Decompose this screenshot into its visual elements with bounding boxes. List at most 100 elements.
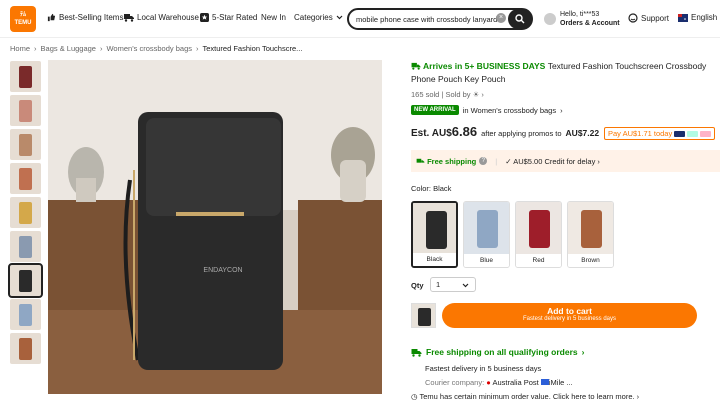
est-price: 6.86 — [451, 124, 478, 139]
search-button[interactable] — [508, 9, 532, 29]
add-to-cart-sub: Fastest delivery in 5 business days — [522, 316, 617, 322]
swatch-label: Blue — [464, 254, 509, 267]
clear-search-icon[interactable]: × — [496, 13, 506, 23]
support-label: Support — [641, 13, 670, 23]
au-flag-icon — [678, 13, 688, 22]
qty-select[interactable]: 1 — [430, 277, 476, 292]
free-shipping-label: Free shipping — [416, 157, 476, 166]
imile-courier: iMile ... — [540, 378, 573, 387]
account-menu[interactable]: Hello, ti***53 Orders & Account — [544, 10, 620, 28]
swatch-label: Red — [516, 254, 561, 267]
nav-best-selling[interactable]: Best-Selling Items — [47, 13, 123, 22]
add-to-cart-label: Add to cart — [547, 306, 592, 316]
chevron-down-icon — [462, 283, 469, 288]
temu-logo[interactable]: ﾃﾑ TEMU — [10, 6, 36, 32]
bag-brand-text: ENDAYCON — [203, 267, 242, 274]
avatar — [544, 13, 556, 25]
australia-post-courier: ● Australia Post — [486, 378, 539, 387]
nav-five-star[interactable]: 5-Star Rated — [200, 13, 257, 22]
sold-count: 165 sold — [411, 90, 440, 99]
courier-label: Courier company: — [425, 378, 485, 387]
thumbs-up-icon — [47, 13, 56, 22]
new-arrival-row: NEW ARRIVAL in Women's crossbody bags › — [411, 105, 563, 115]
nav-label: Local Warehouse — [137, 13, 199, 22]
add-to-cart-button[interactable]: Add to cart Fastest delivery in 5 busine… — [442, 303, 697, 328]
top-header: ﾃﾑ TEMU Best-Selling Items Local Warehou… — [0, 0, 720, 38]
product-thumbnail[interactable] — [10, 197, 41, 228]
crumb-separator: › — [99, 44, 103, 53]
info-icon[interactable]: ? — [479, 157, 488, 165]
free-shipping-all-text: Free shipping on all qualifying orders — [426, 347, 578, 357]
fastest-delivery: Fastest delivery in 5 business days — [425, 364, 542, 373]
color-swatch-black[interactable]: Black — [411, 201, 458, 268]
nav-label: New In — [261, 13, 286, 22]
language-selector[interactable]: English — [678, 13, 717, 22]
truck-icon — [416, 158, 425, 163]
product-thumbnail[interactable] — [10, 299, 41, 330]
color-swatch-red[interactable]: Red — [515, 201, 562, 268]
crumb-home[interactable]: Home — [10, 44, 30, 53]
truck-icon — [411, 348, 422, 357]
nav-categories[interactable]: Categories — [294, 13, 343, 22]
product-thumbnail[interactable] — [10, 129, 41, 160]
pay-later-banner[interactable]: Pay AU$1.71 today — [604, 127, 716, 140]
product-thumbnail[interactable] — [10, 333, 41, 364]
chevron-down-icon — [336, 15, 343, 20]
sold-info: 165 sold | Sold by ☀ › — [411, 90, 484, 99]
shipping-band[interactable]: Free shipping ? | ✓ AU$5.00 Credit for d… — [411, 150, 720, 172]
qty-value: 1 — [436, 280, 441, 289]
nav-local-warehouse[interactable]: Local Warehouse — [124, 13, 199, 22]
category-link[interactable]: in Women's crossbody bags — [463, 106, 556, 115]
crumb-separator: › — [34, 44, 37, 53]
chevron-right-icon: › — [560, 105, 563, 115]
product-thumbnail[interactable] — [10, 95, 41, 126]
australia-post-icon: ● — [486, 378, 491, 387]
user-greeting: Hello, ti***53 — [560, 11, 600, 18]
min-order-notice[interactable]: ◷ Temu has certain minimum order value. … — [411, 392, 639, 401]
star-badge-icon — [200, 13, 209, 22]
product-thumbnail[interactable] — [10, 231, 41, 262]
pay-today-text: Pay AU$1.71 today — [608, 129, 673, 138]
color-label: Color: Black — [411, 184, 452, 193]
color-swatch-brown[interactable]: Brown — [567, 201, 614, 268]
promo-price: AU$7.22 — [565, 128, 600, 138]
product-thumbnail[interactable] — [10, 61, 41, 92]
free-shipping-all[interactable]: Free shipping on all qualifying orders › — [411, 347, 584, 357]
seller-icon[interactable]: ☀ — [473, 90, 480, 99]
new-arrival-badge: NEW ARRIVAL — [411, 105, 459, 115]
est-label: Est. AU$ — [411, 128, 452, 139]
nav-label: Best-Selling Items — [59, 13, 124, 22]
search-icon — [515, 14, 525, 24]
support-link[interactable]: Support — [628, 13, 669, 23]
truck-icon — [411, 62, 421, 70]
color-swatch-blue[interactable]: Blue — [463, 201, 510, 268]
search-value: mobile phone case with crossbody lanyard — [356, 14, 498, 24]
breadcrumb: Home › Bags & Luggage › Women's crossbody … — [10, 44, 302, 53]
free-shipping-text: Free shipping — [427, 156, 477, 166]
sold-by-label: Sold by — [445, 90, 471, 99]
price-row: Est. AU$ 6.86 after applying promos to AU… — [411, 124, 599, 139]
language-label: English — [691, 13, 718, 22]
paypal-logo-icon — [674, 130, 686, 137]
swatch-label: Black — [413, 253, 456, 266]
selected-variant-thumb — [411, 303, 436, 328]
product-title-block: Arrives in 5+ BUSINESS DAYS Textured Fas… — [411, 60, 711, 86]
main-product-image[interactable]: ENDAYCON — [48, 60, 382, 394]
truck-icon — [124, 14, 134, 22]
crumb-current: Textured Fashion Touchscre... — [202, 44, 303, 53]
imile-icon — [540, 379, 549, 385]
arrives-badge: Arrives in 5+ BUSINESS DAYS — [411, 61, 548, 71]
credit-delay-text[interactable]: ✓ AU$5.00 Credit for delay › — [505, 157, 600, 166]
crumb-crossbody[interactable]: Women's crossbody bags — [106, 44, 192, 53]
product-thumbnail[interactable] — [10, 163, 41, 194]
nav-new-in[interactable]: New In — [261, 13, 286, 22]
clock-icon: ◷ — [411, 392, 418, 401]
product-thumbnail[interactable] — [8, 263, 43, 298]
afterpay-logo-icon — [687, 130, 699, 137]
swatch-label: Brown — [568, 254, 613, 267]
nav-label: Categories — [294, 13, 333, 22]
courier-info: Courier company: ● Australia Post iMile … — [425, 378, 573, 387]
orders-account-label: Orders & Account — [560, 20, 620, 27]
arrives-text: Arrives in 5+ BUSINESS DAYS — [423, 61, 546, 71]
crumb-bags[interactable]: Bags & Luggage — [41, 44, 96, 53]
